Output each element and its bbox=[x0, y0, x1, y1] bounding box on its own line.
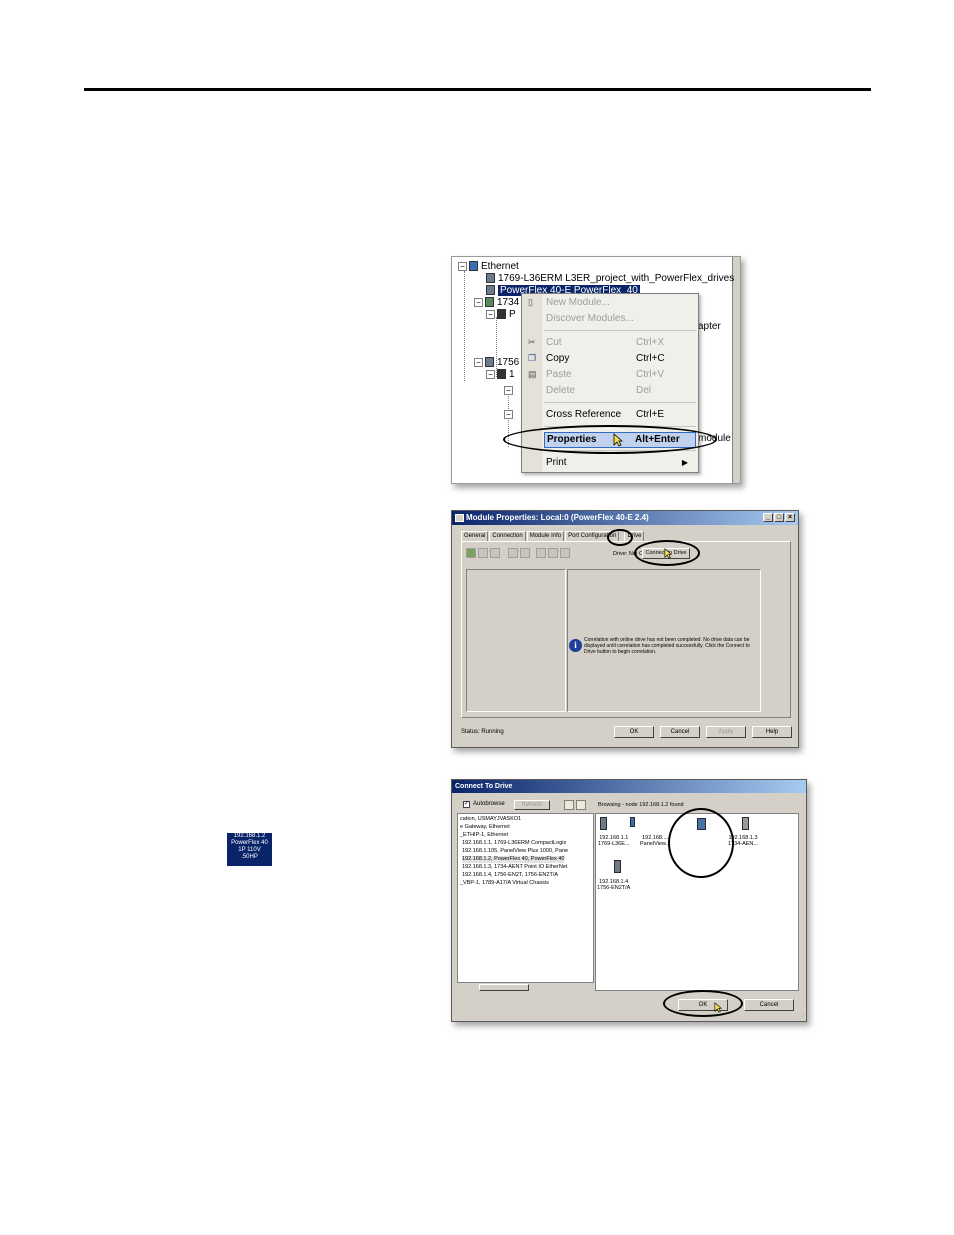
correlation-message: Correlation with online drive has not be… bbox=[584, 637, 750, 655]
list-item[interactable]: e Gateway, Ethernet bbox=[460, 824, 510, 831]
collapse-icon[interactable]: − bbox=[486, 369, 495, 379]
collapse-icon[interactable]: − bbox=[474, 357, 483, 367]
list-item-selected[interactable]: 192.168.1.2, PowerFlex 40, PowerFlex 40 bbox=[462, 856, 565, 863]
menu-item-new-module[interactable]: New Module... bbox=[546, 296, 694, 310]
drive-parameter-tree[interactable] bbox=[466, 569, 566, 712]
device-label: 192.168.1.1 1769-L36E... bbox=[598, 835, 630, 847]
highlight-ellipse-properties bbox=[503, 425, 717, 454]
list-item[interactable]: cation, USMAYJVASKO1 bbox=[460, 816, 521, 823]
apply-button[interactable]: Apply bbox=[706, 726, 746, 738]
menu-item-paste[interactable]: Paste Ctrl+V bbox=[546, 368, 694, 382]
wizard-icon[interactable] bbox=[548, 548, 558, 558]
list-item[interactable]: 192.168.1.1, 1769-L36ERM CompactLogix bbox=[462, 840, 566, 847]
properties-icon[interactable] bbox=[508, 548, 518, 558]
menu-item-delete[interactable]: Delete Del bbox=[546, 384, 694, 398]
ethernet-module-device-icon[interactable] bbox=[614, 860, 621, 873]
adapter-icon bbox=[485, 297, 494, 308]
tab-connection[interactable]: Connection bbox=[489, 531, 526, 541]
menu-item-copy[interactable]: Copy Ctrl+C bbox=[546, 352, 694, 366]
rack-icon bbox=[497, 309, 506, 320]
drive-icon bbox=[486, 285, 495, 296]
module-properties-window: Module Properties: Local:0 (PowerFlex 40… bbox=[451, 510, 799, 748]
tree-node-1756-chassis[interactable]: −1 bbox=[486, 369, 515, 381]
window-icon bbox=[455, 514, 464, 522]
list-view-icon[interactable] bbox=[564, 800, 574, 810]
scissors-icon: ✂ bbox=[528, 337, 536, 347]
controller-icon bbox=[486, 273, 495, 284]
panelview-device-icon[interactable] bbox=[630, 817, 635, 827]
list-item[interactable]: _ETHIP-1, Ethernet bbox=[460, 832, 508, 839]
network-icon bbox=[469, 261, 478, 272]
help-icon[interactable] bbox=[560, 548, 570, 558]
maximize-button[interactable]: □ bbox=[774, 513, 784, 522]
rack-icon bbox=[497, 369, 506, 380]
search-icon[interactable] bbox=[536, 548, 546, 558]
tab-module-info[interactable]: Module Info bbox=[526, 531, 565, 541]
submenu-arrow-icon: ▶ bbox=[681, 458, 688, 467]
list-horizontal-scrollbar[interactable] bbox=[457, 982, 594, 991]
controller-device-icon[interactable] bbox=[600, 817, 607, 830]
cancel-button[interactable]: Cancel bbox=[744, 999, 794, 1011]
new-module-icon: ▯ bbox=[528, 297, 533, 307]
tree-node-point-io[interactable]: − P bbox=[486, 309, 516, 321]
list-item[interactable]: 192.168.1.105, PanelView Plus 1000, Pane bbox=[462, 848, 568, 855]
tree-node-1734[interactable]: −1734 bbox=[474, 297, 519, 309]
tab-general[interactable]: General bbox=[461, 531, 489, 541]
help-button[interactable]: Help bbox=[752, 726, 792, 738]
module-icon bbox=[485, 357, 494, 368]
list-item[interactable]: _VBP-1, 1789-A17/A Virtual Chassis bbox=[460, 880, 549, 887]
browsing-status: Browsing - node 192.168.1.2 found bbox=[598, 802, 684, 808]
grid-view-icon[interactable] bbox=[576, 800, 586, 810]
highlight-ellipse-drive-tab bbox=[607, 529, 633, 546]
cancel-button[interactable]: Cancel bbox=[660, 726, 700, 738]
close-button[interactable]: × bbox=[785, 513, 795, 522]
module-properties-titlebar: Module Properties: Local:0 (PowerFlex 40… bbox=[452, 511, 798, 525]
page-header-rule bbox=[84, 88, 871, 91]
collapse-icon[interactable]: − bbox=[474, 297, 483, 307]
tree-node-sub-a[interactable]: − bbox=[504, 385, 515, 397]
tree-node-ethernet[interactable]: − Ethernet bbox=[458, 261, 519, 273]
list-item[interactable]: 192.168.1.4, 1756-EN2T, 1756-EN2T/A bbox=[462, 872, 558, 879]
autobrowse-label: Autobrowse bbox=[473, 801, 505, 807]
connect-to-drive-window: Connect To Drive ✓ Autobrowse Refresh Br… bbox=[451, 779, 807, 1022]
tree-node-1756[interactable]: −1756 bbox=[474, 357, 519, 369]
module-status: Status: Running bbox=[461, 729, 504, 735]
collapse-icon[interactable]: − bbox=[504, 409, 513, 419]
device-label: 192.168.... PanelView... bbox=[640, 835, 671, 847]
menu-item-print[interactable]: Print ▶ bbox=[546, 456, 694, 470]
paste-icon: ▤ bbox=[528, 369, 537, 379]
selected-powerflex-device[interactable]: 192.168.1.2 PowerFlex 40 1P 110V .50HP bbox=[227, 833, 272, 866]
ok-button[interactable]: OK bbox=[614, 726, 654, 738]
highlight-ellipse-ok-button bbox=[663, 990, 743, 1017]
information-icon: i bbox=[569, 639, 582, 652]
autobrowse-checkbox[interactable]: ✓ bbox=[463, 801, 470, 808]
collapse-icon[interactable]: − bbox=[486, 309, 495, 319]
copy-icon: ❐ bbox=[528, 353, 537, 363]
collapse-icon[interactable]: − bbox=[458, 261, 467, 271]
menu-item-cut[interactable]: Cut Ctrl+X bbox=[546, 336, 694, 350]
tree-node-sub-b[interactable]: − bbox=[504, 409, 515, 421]
download-icon[interactable] bbox=[478, 548, 488, 558]
menu-item-discover-modules[interactable]: Discover Modules... bbox=[546, 312, 694, 326]
tree-node-adapter-text: apter bbox=[698, 321, 721, 332]
settings-icon[interactable] bbox=[520, 548, 530, 558]
point-io-device-icon[interactable] bbox=[742, 817, 749, 830]
device-label: 192.168.1.4 1756-EN2T/A bbox=[597, 879, 631, 891]
compare-icon[interactable] bbox=[490, 548, 500, 558]
tree-scrollbar[interactable] bbox=[732, 257, 740, 483]
upload-icon[interactable] bbox=[466, 548, 476, 558]
highlight-ellipse-powerflex-device bbox=[668, 808, 734, 878]
refresh-button[interactable]: Refresh bbox=[514, 800, 550, 810]
minimize-button[interactable]: _ bbox=[763, 513, 773, 522]
tree-node-controller[interactable]: 1769-L36ERM L3ER_project_with_PowerFlex_… bbox=[486, 273, 734, 285]
network-tree-list[interactable]: cation, USMAYJVASKO1 e Gateway, Ethernet… bbox=[457, 813, 594, 991]
list-item[interactable]: 192.168.1.3, 1734-AENT Point IO EtherNet bbox=[462, 864, 567, 871]
connect-to-drive-titlebar: Connect To Drive bbox=[452, 780, 806, 793]
resize-grip-icon[interactable]: ⋰ bbox=[799, 1013, 805, 1020]
menu-item-cross-reference[interactable]: Cross Reference Ctrl+E bbox=[546, 408, 694, 422]
collapse-icon[interactable]: − bbox=[504, 385, 513, 395]
